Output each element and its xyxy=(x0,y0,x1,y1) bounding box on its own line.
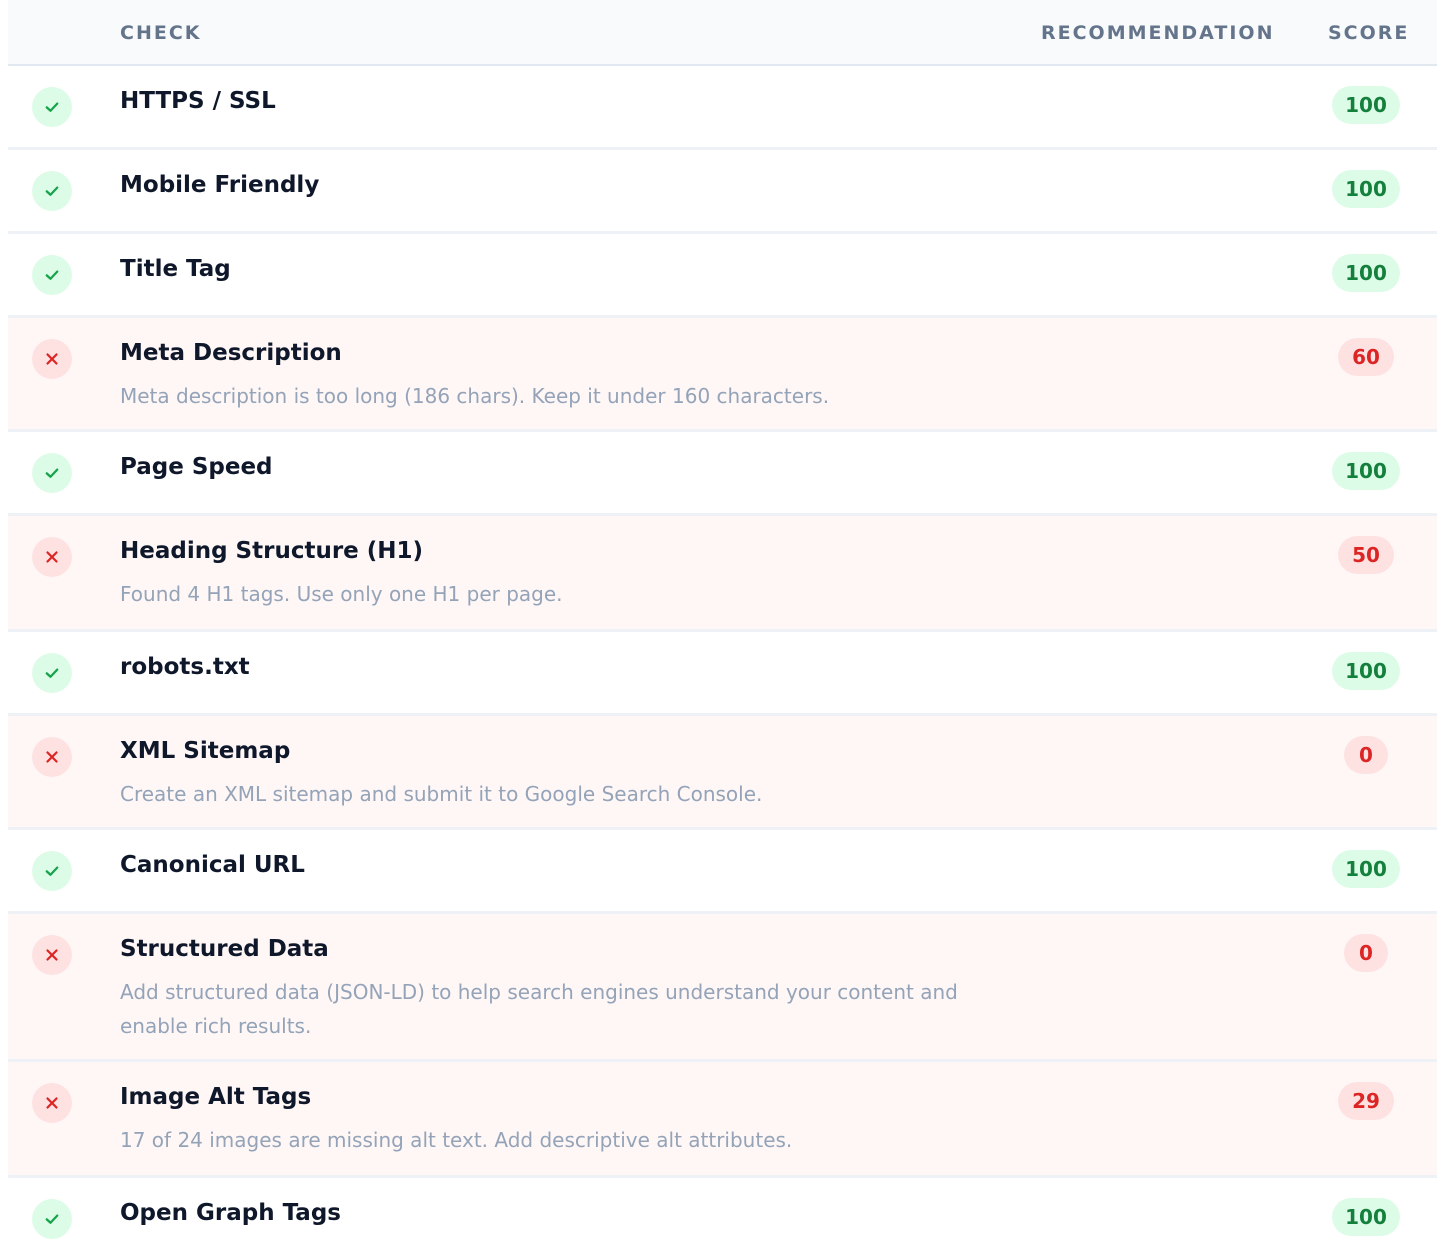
check-name: Open Graph Tags xyxy=(120,1200,341,1226)
score-badge: 60 xyxy=(1338,338,1394,376)
check-name: Image Alt Tags xyxy=(120,1084,312,1110)
score-badge: 100 xyxy=(1332,86,1400,124)
check-name: Page Speed xyxy=(120,454,273,480)
table-row: Heading Structure (H1) Found 4 H1 tags. U… xyxy=(8,516,1437,632)
check-name: Title Tag xyxy=(120,256,231,282)
table-row: robots.txt 100 xyxy=(8,632,1437,716)
check-recommendation: 17 of 24 images are missing alt text. Ad… xyxy=(120,1128,793,1152)
score-badge: 100 xyxy=(1332,452,1400,490)
check-fail-icon xyxy=(32,339,72,379)
check-recommendation: Found 4 H1 tags. Use only one H1 per pag… xyxy=(120,582,563,606)
table-row: XML Sitemap Create an XML sitemap and sub… xyxy=(8,716,1437,830)
column-header-recommendation: RECOMMENDATION xyxy=(1041,22,1275,44)
check-name: Meta Description xyxy=(120,340,342,366)
check-fail-icon xyxy=(32,537,72,577)
table-header: CHECK RECOMMENDATION SCORE xyxy=(8,0,1437,66)
score-badge: 100 xyxy=(1332,170,1400,208)
check-name: Mobile Friendly xyxy=(120,172,320,198)
seo-audit-panel: CHECK RECOMMENDATION SCORE HTTPS / SSL 10… xyxy=(0,0,1445,1242)
check-recommendation: Meta description is too long (186 chars)… xyxy=(120,384,830,408)
check-pass-icon xyxy=(32,255,72,295)
column-header-score: SCORE xyxy=(1328,22,1410,44)
score-badge: 100 xyxy=(1332,652,1400,690)
check-name: XML Sitemap xyxy=(120,738,291,764)
check-fail-icon xyxy=(32,935,72,975)
score-badge: 100 xyxy=(1332,850,1400,888)
check-name: Canonical URL xyxy=(120,852,305,878)
score-badge: 100 xyxy=(1332,1198,1400,1236)
table-row: Meta Description Meta description is too … xyxy=(8,318,1437,432)
check-name: Structured Data xyxy=(120,936,329,962)
check-fail-icon xyxy=(32,1083,72,1123)
check-name: HTTPS / SSL xyxy=(120,88,276,114)
seo-checks-table: CHECK RECOMMENDATION SCORE HTTPS / SSL 10… xyxy=(8,0,1437,1242)
check-pass-icon xyxy=(32,1199,72,1239)
check-pass-icon xyxy=(32,171,72,211)
table-row: Canonical URL 100 xyxy=(8,830,1437,914)
check-pass-icon xyxy=(32,653,72,693)
check-pass-icon xyxy=(32,87,72,127)
check-pass-icon xyxy=(32,851,72,891)
check-pass-icon xyxy=(32,453,72,493)
check-recommendation: Create an XML sitemap and submit it to G… xyxy=(120,782,763,806)
table-row: Title Tag 100 xyxy=(8,234,1437,318)
score-badge: 0 xyxy=(1344,736,1388,774)
check-name: robots.txt xyxy=(120,654,250,680)
score-badge: 29 xyxy=(1338,1082,1394,1120)
table-row: Open Graph Tags 100 xyxy=(8,1178,1437,1242)
score-badge: 100 xyxy=(1332,254,1400,292)
table-row: Image Alt Tags 17 of 24 images are missin… xyxy=(8,1062,1437,1178)
table-row: Page Speed 100 xyxy=(8,432,1437,516)
table-body: HTTPS / SSL 100 Mobile Friendly 100 Title Ta… xyxy=(8,66,1437,1242)
check-fail-icon xyxy=(32,737,72,777)
table-row: Mobile Friendly 100 xyxy=(8,150,1437,234)
score-badge: 0 xyxy=(1344,934,1388,972)
score-badge: 50 xyxy=(1338,536,1394,574)
table-row: HTTPS / SSL 100 xyxy=(8,66,1437,150)
check-name: Heading Structure (H1) xyxy=(120,538,424,564)
check-recommendation: Add structured data (JSON-LD) to help se… xyxy=(120,980,958,1038)
column-header-check: CHECK xyxy=(120,22,202,44)
table-row: Structured Data Add structured data (JSON… xyxy=(8,914,1437,1062)
